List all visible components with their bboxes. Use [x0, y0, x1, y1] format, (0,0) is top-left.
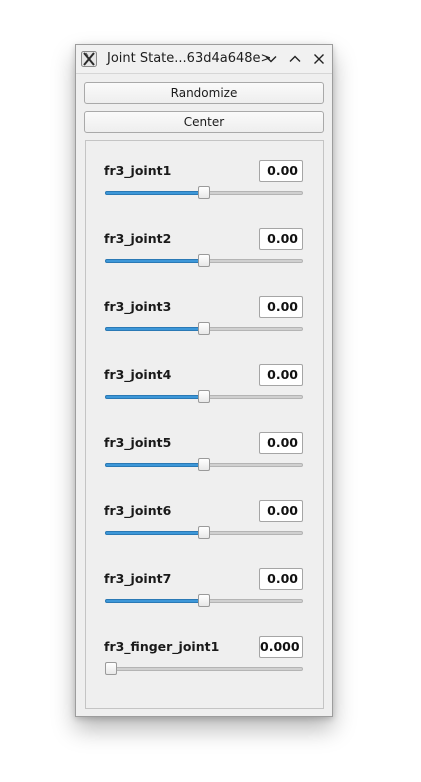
chevron-up-icon[interactable]: [288, 52, 302, 66]
joint-label: fr3_joint5: [104, 435, 172, 450]
joint-row: fr3_joint5 0.00: [86, 432, 323, 492]
close-icon[interactable]: [312, 52, 326, 66]
joint-value-field[interactable]: 0.000: [259, 636, 303, 658]
slider-fill: [105, 531, 204, 535]
slider-handle[interactable]: [198, 594, 210, 607]
x11-app-icon: [81, 51, 97, 67]
joint-slider[interactable]: [105, 526, 303, 540]
joint-label: fr3_joint4: [104, 367, 172, 382]
chevron-down-icon[interactable]: [264, 52, 278, 66]
slider-handle[interactable]: [198, 526, 210, 539]
slider-track: [105, 667, 303, 671]
joint-value-field[interactable]: 0.00: [259, 568, 303, 590]
joint-slider[interactable]: [105, 390, 303, 404]
joint-row: fr3_joint3 0.00: [86, 296, 323, 356]
joint-slider-panel: fr3_joint1 0.00 fr3_joint2 0.00 fr3_joint3 0.…: [85, 140, 324, 709]
slider-fill: [105, 463, 204, 467]
joint-value-field[interactable]: 0.00: [259, 500, 303, 522]
slider-handle[interactable]: [198, 390, 210, 403]
joint-label: fr3_joint1: [104, 163, 172, 178]
joint-label: fr3_finger_joint1: [104, 639, 220, 654]
slider-handle[interactable]: [198, 322, 210, 335]
joint-label: fr3_joint7: [104, 571, 172, 586]
slider-fill: [105, 327, 204, 331]
joint-value-field[interactable]: 0.00: [259, 228, 303, 250]
joint-value-field[interactable]: 0.00: [259, 432, 303, 454]
joint-slider[interactable]: [105, 458, 303, 472]
slider-fill: [105, 191, 204, 195]
slider-handle[interactable]: [198, 458, 210, 471]
randomize-button[interactable]: Randomize: [84, 82, 324, 104]
joint-slider[interactable]: [105, 594, 303, 608]
slider-fill: [105, 599, 204, 603]
joint-row: fr3_joint7 0.00: [86, 568, 323, 628]
joint-row: fr3_joint6 0.00: [86, 500, 323, 560]
slider-fill: [105, 259, 204, 263]
joint-slider[interactable]: [105, 186, 303, 200]
slider-handle[interactable]: [198, 186, 210, 199]
slider-fill: [105, 395, 204, 399]
joint-value-field[interactable]: 0.00: [259, 296, 303, 318]
joint-value-field[interactable]: 0.00: [259, 364, 303, 386]
slider-handle[interactable]: [105, 662, 117, 675]
joint-label: fr3_joint3: [104, 299, 172, 314]
joint-slider[interactable]: [105, 662, 303, 676]
joint-row: fr3_joint1 0.00: [86, 160, 323, 220]
center-button[interactable]: Center: [84, 111, 324, 133]
window-title: Joint State...63d4a648e>: [107, 51, 272, 66]
joint-state-publisher-window: Joint State...63d4a648e> Randomize Cente…: [75, 44, 333, 717]
joint-slider[interactable]: [105, 322, 303, 336]
joint-row: fr3_joint4 0.00: [86, 364, 323, 424]
joint-label: fr3_joint6: [104, 503, 172, 518]
joint-value-field[interactable]: 0.00: [259, 160, 303, 182]
joint-row: fr3_finger_joint1 0.000: [86, 636, 323, 696]
title-bar[interactable]: Joint State...63d4a648e>: [76, 45, 332, 74]
slider-handle[interactable]: [198, 254, 210, 267]
joint-row: fr3_joint2 0.00: [86, 228, 323, 288]
joint-label: fr3_joint2: [104, 231, 172, 246]
joint-slider[interactable]: [105, 254, 303, 268]
